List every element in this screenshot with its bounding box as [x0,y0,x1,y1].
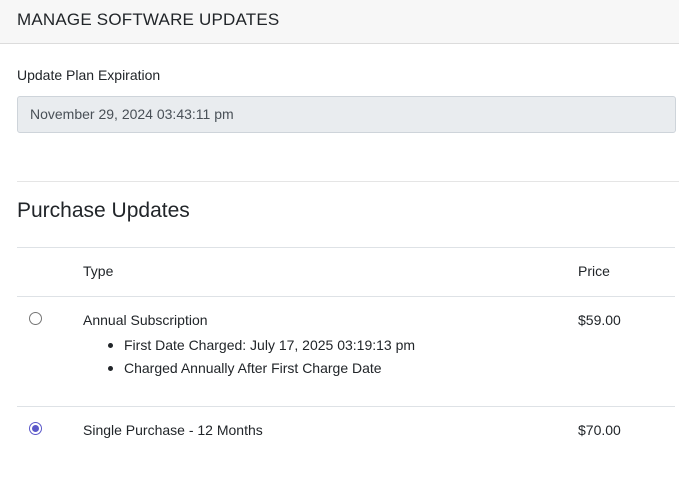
table-header-border [17,296,675,297]
column-header-type: Type [83,263,114,279]
expiration-field: November 29, 2024 03:43:11 pm [17,96,676,133]
annual-subscription-radio[interactable] [29,312,42,325]
detail-charge-frequency: Charged Annually After First Charge Date [107,357,415,380]
page-header: MANAGE SOFTWARE UPDATES [0,0,679,44]
column-header-price: Price [578,263,610,279]
option-name-annual: Annual Subscription [83,312,208,328]
page-title: MANAGE SOFTWARE UPDATES [17,10,280,29]
annual-details-list: First Date Charged: July 17, 2025 03:19:… [107,334,415,380]
table-top-border [17,247,675,248]
single-purchase-radio[interactable] [29,422,42,435]
purchase-section-title: Purchase Updates [17,199,190,222]
option-price-annual: $59.00 [578,312,621,328]
section-divider [17,181,679,182]
table-row-border [17,406,675,407]
option-name-single: Single Purchase - 12 Months [83,422,263,438]
detail-first-charge-date: First Date Charged: July 17, 2025 03:19:… [107,334,415,357]
option-price-single: $70.00 [578,422,621,438]
expiration-label: Update Plan Expiration [17,67,161,83]
